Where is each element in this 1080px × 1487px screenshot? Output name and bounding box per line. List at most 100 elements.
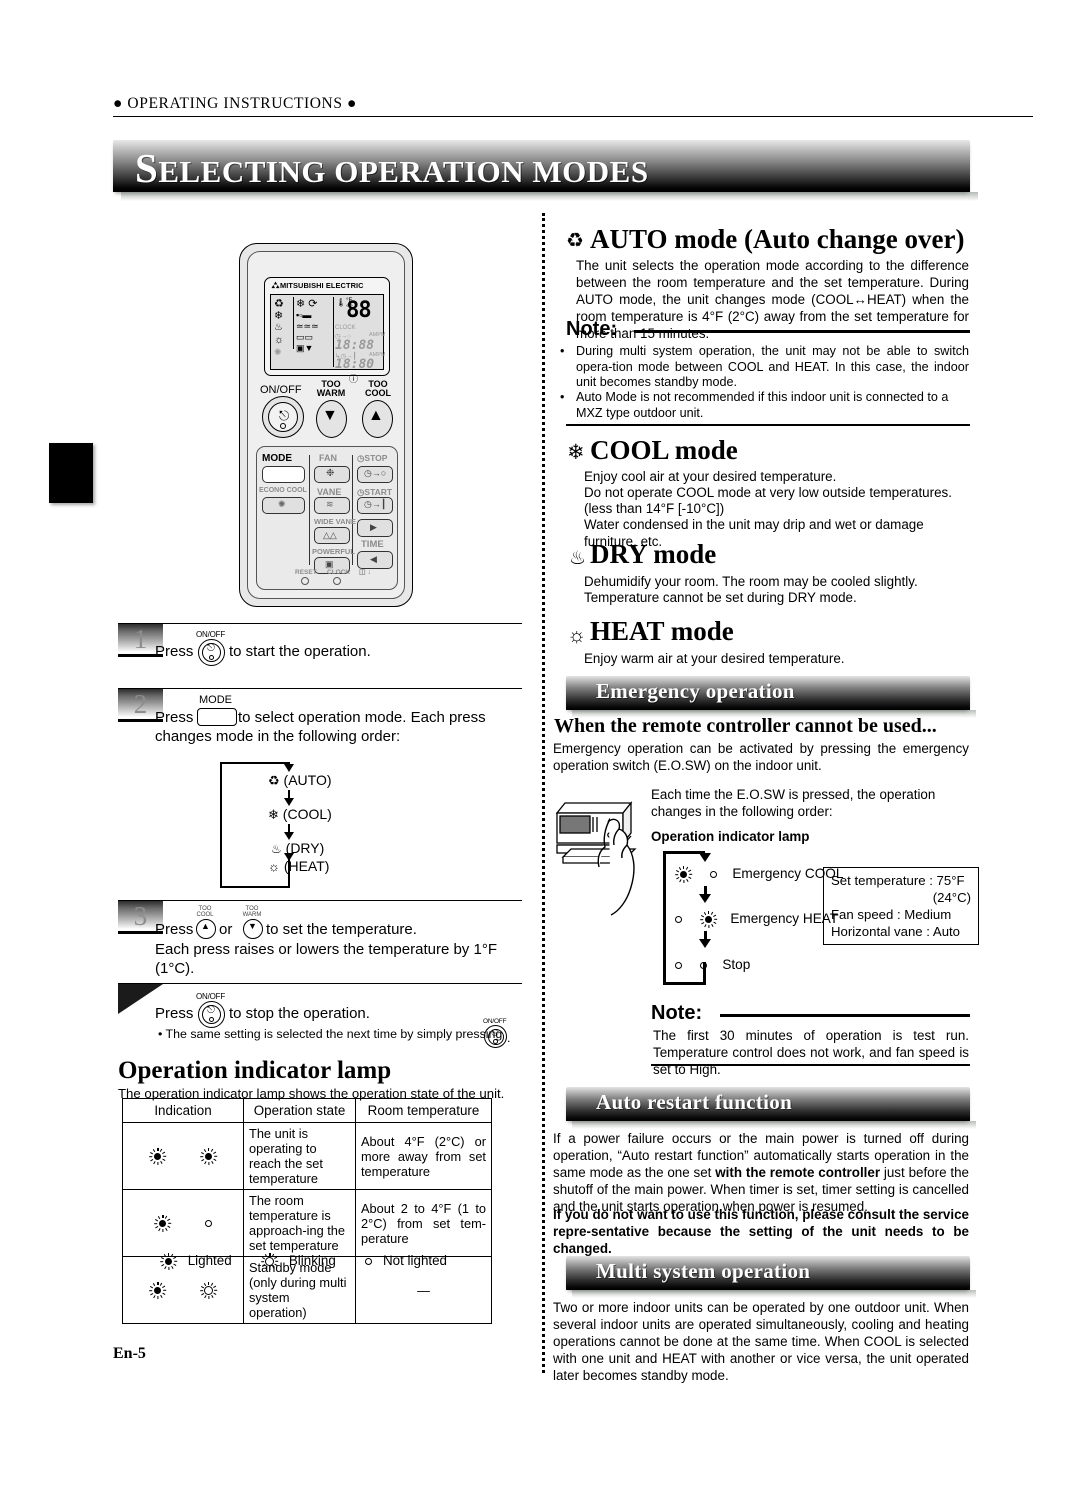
timer-stop-icon: ◷→○: [364, 468, 387, 478]
time-forward-key[interactable]: ▶: [357, 519, 393, 537]
step3-text-line2: Each press raises or lowers the temperat…: [155, 941, 497, 958]
remote-display-panel: MITSUBISHI ELECTRIC ♻ ❄ ♨ ☼ ✺ ❄ ⟳ ▪▫▬ ≃≃: [264, 277, 390, 376]
cool-icon: ❄: [567, 441, 585, 464]
auto-restart-banner-shadow: [572, 1121, 976, 1129]
timer-value-2: 18:80: [335, 357, 375, 372]
step2-text-line2: changes mode in the following order:: [155, 728, 401, 745]
step1-text: to start the operation.: [229, 643, 371, 660]
keypad-divider-1: [309, 455, 311, 565]
auto-icon: ♻: [566, 230, 584, 252]
powerful-icon: ▣▼: [296, 343, 314, 353]
econo-cool-key[interactable]: ✺: [262, 497, 305, 514]
reset-hole[interactable]: [301, 577, 309, 585]
lamp-not-lighted-icon: [204, 1219, 212, 1227]
auto-icon: ♻: [268, 773, 280, 788]
vane-icon: ≃≃≃: [296, 321, 319, 331]
power-icon: ⎋: [207, 1005, 215, 1016]
emergency-order-intro: Each time the E.O.SW is pressed, the ope…: [651, 787, 936, 819]
emergency-note-rule: [720, 1014, 970, 1017]
setting-temperature: Set temperature : 75°F: [831, 873, 965, 888]
timer-value-1: 18:88: [335, 338, 375, 353]
multi-system-body: Two or more indoor units can be operated…: [553, 1300, 969, 1383]
chevron-left-icon: ◀: [370, 554, 377, 564]
step2-rule: [118, 688, 522, 689]
econo-icon: ✺: [278, 499, 286, 509]
emg-loop-left: [663, 851, 666, 985]
clock-label: CLOCK: [327, 569, 351, 576]
stop-bullet-key-caption: ON/OFF: [483, 1018, 507, 1025]
heat-mode-heading: HEAT mode: [590, 616, 734, 646]
stop-key-caption: ON/OFF: [196, 992, 226, 1001]
lcd-mode-icons: ♻ ❄ ♨ ☼ ✺: [274, 298, 291, 358]
remote-controller-illustration: MITSUBISHI ELECTRIC ♻ ❄ ♨ ☼ ✺ ❄ ⟳ ▪▫▬ ≃≃: [239, 243, 413, 607]
fan-key-label: FAN: [319, 453, 337, 463]
time-backward-key[interactable]: ◀: [357, 551, 393, 569]
flow-item-heat-label: (HEAT): [283, 858, 330, 874]
header-rule: [113, 116, 1033, 117]
auto-restart-banner: Auto restart function: [566, 1087, 970, 1121]
emg-arrow-0: [699, 853, 711, 862]
emergency-note-body: The first 30 minutes of operation is tes…: [653, 1028, 969, 1077]
vane-key[interactable]: ≋: [314, 497, 350, 514]
heat-icon: ☼: [567, 624, 587, 647]
flow-item-auto: ♻ (AUTO): [268, 772, 332, 789]
table-header-row: Indication Operation state Room temperat…: [122, 1098, 492, 1123]
onoff-button[interactable]: ⎋: [262, 396, 304, 438]
heat-icon: ☼: [268, 859, 280, 874]
mode-key[interactable]: [262, 466, 305, 483]
dry-mode-heading: DRY mode: [590, 539, 717, 569]
battery-icon: ◫ ↓: [359, 569, 372, 576]
setting-horizontal-vane: Horizontal vane : Auto: [831, 924, 961, 939]
cool-mode-heading: COOL mode: [590, 435, 738, 465]
column-divider: [542, 213, 545, 1373]
emergency-banner-label: Emergency operation: [596, 679, 795, 703]
flow-arrow-2: [284, 832, 294, 840]
time-key-label: TIME: [361, 539, 384, 550]
auto-mode-heading: AUTO mode (Auto change over): [590, 224, 965, 254]
lamp-lighted-icon: [154, 1214, 172, 1232]
auto-note-item-1: During multi system operation, the unit …: [576, 344, 969, 389]
auto-icon: ♻: [274, 298, 284, 310]
emergency-subheading: When the remote controller cannot be use…: [554, 715, 937, 737]
fan-key[interactable]: ❉: [314, 466, 350, 483]
onoff-button-label: ON/OFF: [260, 384, 302, 396]
auto-restart-banner-label: Auto restart function: [596, 1090, 793, 1114]
col-room-temperature: Room temperature: [355, 1098, 492, 1123]
running-head: ● OPERATING INSTRUCTIONS ●: [113, 95, 358, 112]
page-number: En-5: [113, 1345, 146, 1362]
cool-line-2: Do not operate COOL mode at very low out…: [584, 485, 952, 500]
row2-indication: [122, 1189, 244, 1257]
auto-restart-paragraph-1: If a power failure occurs or the main po…: [553, 1130, 969, 1215]
wide-vane-icon: ▭▭: [296, 332, 314, 342]
lamp-not-lighted-icon: [699, 961, 707, 969]
clock-hole[interactable]: [333, 577, 341, 585]
too-cool-label: TOO COOL: [365, 379, 391, 398]
onoff-button-glyph: ⎋: [198, 639, 225, 666]
wide-vane-key[interactable]: △△: [314, 527, 350, 544]
lamp-lighted-icon: [149, 1281, 167, 1299]
row1-indication: [122, 1122, 244, 1190]
stop-bullet-end: .: [507, 1031, 511, 1045]
emergency-note-label: Note:: [651, 1002, 703, 1024]
chevron-down-icon: ▼: [322, 407, 338, 424]
legend-blinking-label: Blinking: [288, 1253, 336, 1269]
timer-stop-key[interactable]: ◷→○: [357, 466, 393, 483]
timer-start-key[interactable]: ◷→┃: [357, 497, 393, 514]
row2-state: The room temperature is approach-ing the…: [243, 1189, 356, 1257]
mitsubishi-logo-icon: [271, 281, 280, 289]
wide-vane-icon: △△: [323, 530, 337, 540]
thermometer-icon: 🌡: [336, 298, 347, 307]
flow-item-heat: ☼ (HEAT): [268, 858, 329, 874]
reset-label: RESET: [295, 569, 317, 576]
power-icon: ⎋: [491, 1028, 499, 1038]
powerful-key-label: POWERFUL: [312, 547, 355, 556]
col-operation-state: Operation state: [243, 1098, 356, 1123]
heat-icon: ☼: [274, 334, 285, 346]
setting-fan-speed: Fan speed : Medium: [831, 907, 952, 922]
multi-system-banner: Multi system operation: [566, 1256, 970, 1290]
temp-down-button[interactable]: ▼: [316, 400, 347, 438]
brand-text: MITSUBISHI ELECTRIC: [280, 281, 364, 290]
temp-up-button[interactable]: ▲: [362, 400, 393, 438]
timer-stop-key-label: ◷STOP: [357, 453, 388, 463]
econo-icon: ✺: [274, 347, 282, 357]
